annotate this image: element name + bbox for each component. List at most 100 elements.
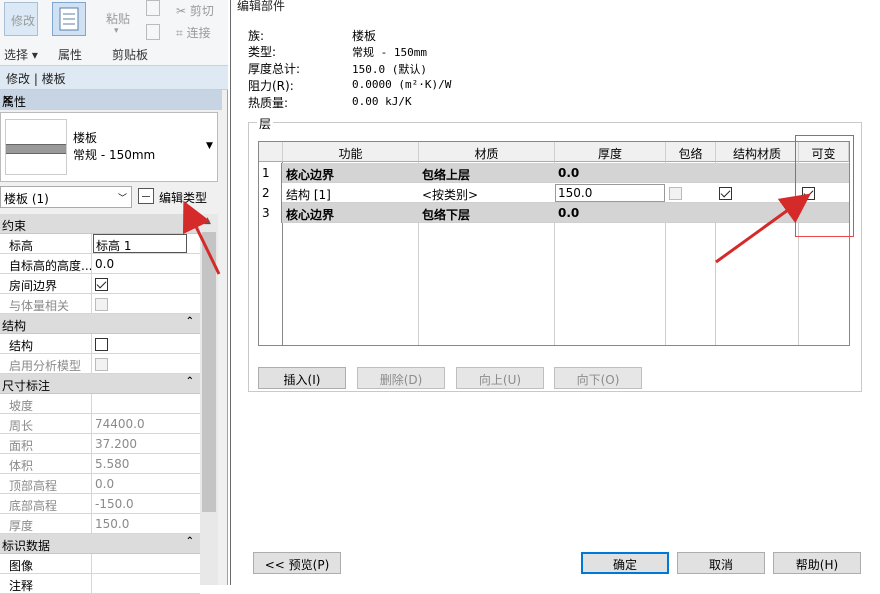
thermal-mass-label: 热质量:	[248, 96, 289, 110]
move-down-button[interactable]: 向下(O)	[554, 367, 642, 389]
structural-material-checkbox[interactable]	[719, 186, 732, 202]
join-button[interactable]: ⌗ 连接	[176, 24, 211, 41]
match-icon[interactable]	[146, 24, 160, 40]
layer-row[interactable]: 1 核心边界 包络上层 0.0	[259, 163, 849, 183]
property-row-height-offset[interactable]: 自标高的高度... 0.0	[0, 254, 200, 274]
property-row-room-bounding[interactable]: 房间边界	[0, 274, 200, 294]
layer-thickness: 0.0	[558, 206, 580, 220]
close-icon[interactable]: ✕	[2, 93, 216, 108]
property-row-level[interactable]: 标高 标高 1	[0, 234, 200, 254]
property-value[interactable]	[93, 554, 200, 574]
property-row-analytical-model: 启用分析模型	[0, 354, 200, 374]
property-value: -150.0	[95, 497, 134, 511]
property-value[interactable]	[93, 574, 200, 594]
property-value: 37.200	[95, 437, 137, 451]
total-thickness-label: 厚度总计:	[248, 62, 301, 76]
analytical-model-checkbox	[95, 358, 108, 371]
insert-button[interactable]: 插入(I)	[258, 367, 346, 389]
clipboard-label: 剪贴板	[112, 48, 149, 62]
scroll-up-icon[interactable]: ▲	[204, 216, 211, 226]
property-row-slope: 坡度	[0, 394, 200, 414]
family-value: 楼板	[352, 29, 377, 43]
group-label: 约束	[2, 219, 27, 233]
header-corner	[259, 142, 283, 162]
cut-button[interactable]: ✂ 剪切	[176, 2, 214, 19]
select-menu[interactable]: 选择 ▾	[4, 46, 38, 63]
property-key: 坡度	[0, 394, 92, 414]
layer-function: 核心边界	[286, 168, 335, 182]
group-dimensions[interactable]: 尺寸标注 ⌃	[0, 374, 200, 394]
preview-button[interactable]: << 预览(P)	[253, 552, 341, 574]
scrollbar-thumb[interactable]	[202, 232, 216, 512]
property-key: 房间边界	[0, 274, 92, 294]
layer-function-dropdown[interactable]: 结构 [1]	[283, 183, 419, 203]
column-header-wraps[interactable]: 包络	[666, 142, 716, 162]
property-value: 0.0	[95, 477, 115, 491]
cut-label: 剪切	[189, 4, 214, 18]
property-key: 自标高的高度...	[0, 254, 92, 274]
group-structural[interactable]: 结构 ⌃	[0, 314, 200, 334]
property-key: 启用分析模型	[0, 354, 92, 374]
layer-thickness-value[interactable]: 150.0	[555, 183, 666, 203]
layer-row[interactable]: 3 核心边界 包络下层 0.0	[259, 203, 849, 223]
join-label: 连接	[186, 26, 211, 40]
collapse-icon[interactable]: ⌃	[186, 376, 194, 387]
column-header-thickness[interactable]: 厚度	[555, 142, 666, 162]
row-number[interactable]: 2	[259, 183, 282, 203]
property-row-thickness: 厚度 150.0	[0, 514, 200, 534]
family-label: 族:	[248, 29, 265, 43]
layer-material-field[interactable]: <按类别>	[419, 183, 555, 203]
resistance-value: 0.0000 (m²·K)/W	[352, 78, 452, 91]
group-label: 尺寸标注	[2, 379, 51, 393]
instance-filter-dropdown[interactable]: 楼板 (1) ﹀	[0, 186, 132, 208]
structural-checkbox[interactable]	[95, 338, 108, 351]
property-value: 150.0	[95, 517, 130, 531]
chevron-down-icon[interactable]: ▼	[206, 141, 213, 151]
property-key: 与体量相关	[0, 294, 92, 314]
dialog-title: 编辑部件	[237, 0, 286, 13]
layer-row[interactable]: 2 结构 [1] <按类别> 150.0	[259, 183, 849, 203]
modify-button[interactable]: 修改	[4, 2, 38, 36]
group-label: 结构	[2, 319, 27, 333]
ok-button[interactable]: 确定	[581, 552, 669, 574]
move-up-button[interactable]: 向上(U)	[456, 367, 544, 389]
layer-thickness: 0.0	[558, 166, 580, 180]
layer-material: 包络上层	[422, 168, 471, 182]
collapse-icon[interactable]: ⌃	[186, 536, 194, 547]
row-number[interactable]: 3	[259, 203, 282, 223]
property-row-related-to-mass: 与体量相关	[0, 294, 200, 314]
row-number[interactable]: 1	[259, 163, 282, 183]
room-bounding-checkbox[interactable]	[95, 278, 108, 291]
property-row-comments[interactable]: 注释	[0, 574, 200, 594]
property-row-bottom-elevation: 底部高程 -150.0	[0, 494, 200, 514]
properties-scrollbar[interactable]: ▲	[200, 214, 218, 585]
column-header-function[interactable]: 功能	[283, 142, 419, 162]
level-input[interactable]: 标高 1	[93, 234, 187, 253]
column-header-structural-material[interactable]: 结构材质	[716, 142, 799, 162]
wraps-checkbox[interactable]	[669, 186, 682, 202]
type-selector[interactable]: 楼板 常规 - 150mm ▼	[0, 112, 218, 182]
delete-button[interactable]: 删除(D)	[357, 367, 445, 389]
context-tab-bar: 修改 | 楼板	[0, 66, 228, 90]
property-row-image[interactable]: 图像	[0, 554, 200, 574]
ribbon: 修改 选择 ▾ 属性 粘贴 ▾ ✂ 剪切 ⌗ 连接 剪贴板	[0, 0, 228, 66]
property-key: 顶部高程	[0, 474, 92, 494]
copy-icon[interactable]	[146, 0, 160, 16]
group-identity-data[interactable]: 标识数据 ⌃	[0, 534, 200, 554]
properties-icon	[59, 7, 79, 31]
properties-palette: 属性 ✕ 楼板 常规 - 150mm ▼ 楼板 (1) ﹀ 编辑类型 约束 标高…	[0, 90, 228, 594]
properties-button[interactable]	[52, 2, 86, 36]
group-constraints[interactable]: 约束	[0, 214, 200, 234]
type-name: 常规 - 150mm	[73, 148, 156, 162]
paste-dropdown-icon[interactable]: ▾	[114, 26, 119, 36]
collapse-icon[interactable]: ⌃	[186, 316, 194, 327]
property-value[interactable]: 0.0	[93, 254, 200, 274]
column-header-material[interactable]: 材质	[419, 142, 555, 162]
cancel-button[interactable]: 取消	[677, 552, 765, 574]
property-key: 结构	[0, 334, 92, 354]
property-key: 周长	[0, 414, 92, 434]
context-tab-label[interactable]: 修改 | 楼板	[6, 70, 66, 87]
paste-button[interactable]: 粘贴	[106, 10, 130, 27]
help-button[interactable]: 帮助(H)	[773, 552, 861, 574]
property-row-structural[interactable]: 结构	[0, 334, 200, 354]
